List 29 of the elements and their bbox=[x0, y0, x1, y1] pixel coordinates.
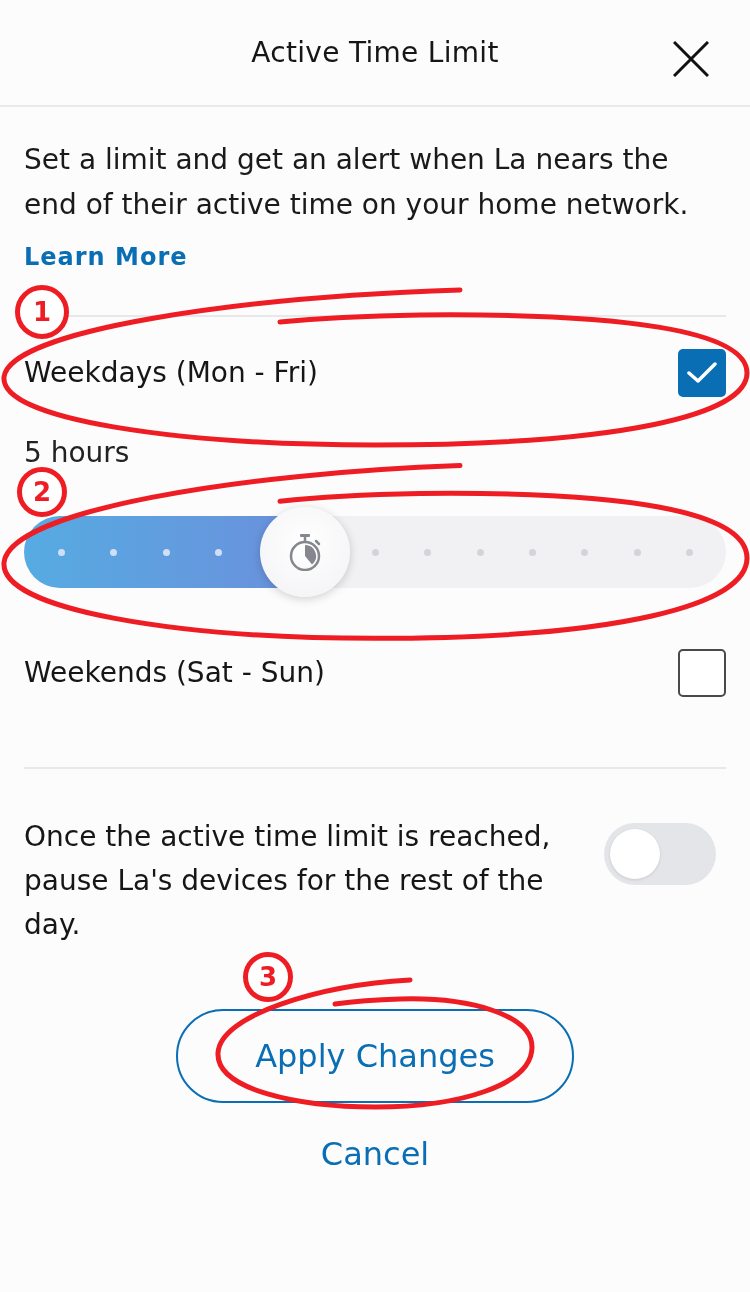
checkbox[interactable] bbox=[678, 649, 726, 697]
close-icon bbox=[673, 41, 709, 77]
step-dot-icon bbox=[633, 549, 641, 556]
step-dot-icon bbox=[215, 549, 222, 556]
description-text: Set a limit and get an alert when La nears the end of their active time on your home network. bbox=[24, 142, 690, 223]
step-number-badge: 3 bbox=[243, 952, 293, 1002]
step-dot-icon bbox=[686, 549, 693, 556]
step-dot-icon bbox=[581, 549, 589, 556]
schedule-label: Weekdays (Mon - Fri) bbox=[24, 355, 318, 391]
close-button[interactable] bbox=[673, 41, 709, 77]
step-dot-icon bbox=[58, 549, 65, 556]
schedule-label: Weekends (Sat - Sun) bbox=[24, 655, 325, 691]
step-number-badge: 2 bbox=[17, 467, 67, 517]
step-dot-icon bbox=[476, 549, 484, 556]
window-title: Active Time Limit bbox=[251, 34, 499, 71]
cancel-button[interactable]: Cancel bbox=[320, 1134, 430, 1174]
step-dot-icon bbox=[110, 549, 118, 556]
confirm-button[interactable]: Apply Changes bbox=[176, 1009, 574, 1103]
step-dot-icon bbox=[372, 549, 379, 556]
learn-more-link[interactable]: Learn More bbox=[24, 240, 188, 274]
slider-track[interactable] bbox=[24, 507, 726, 597]
pause-setting-text: Once the active time limit is reached, pause La's devices for the rest of the day. bbox=[24, 819, 552, 943]
slider-thumb[interactable] bbox=[259, 507, 350, 597]
checkbox[interactable] bbox=[678, 349, 726, 397]
step-dot-icon bbox=[424, 549, 432, 556]
step-dot-icon bbox=[162, 549, 170, 556]
step-dot-icon bbox=[529, 549, 536, 556]
checkmark-icon bbox=[687, 362, 717, 384]
step-number-badge: 1 bbox=[15, 285, 69, 339]
